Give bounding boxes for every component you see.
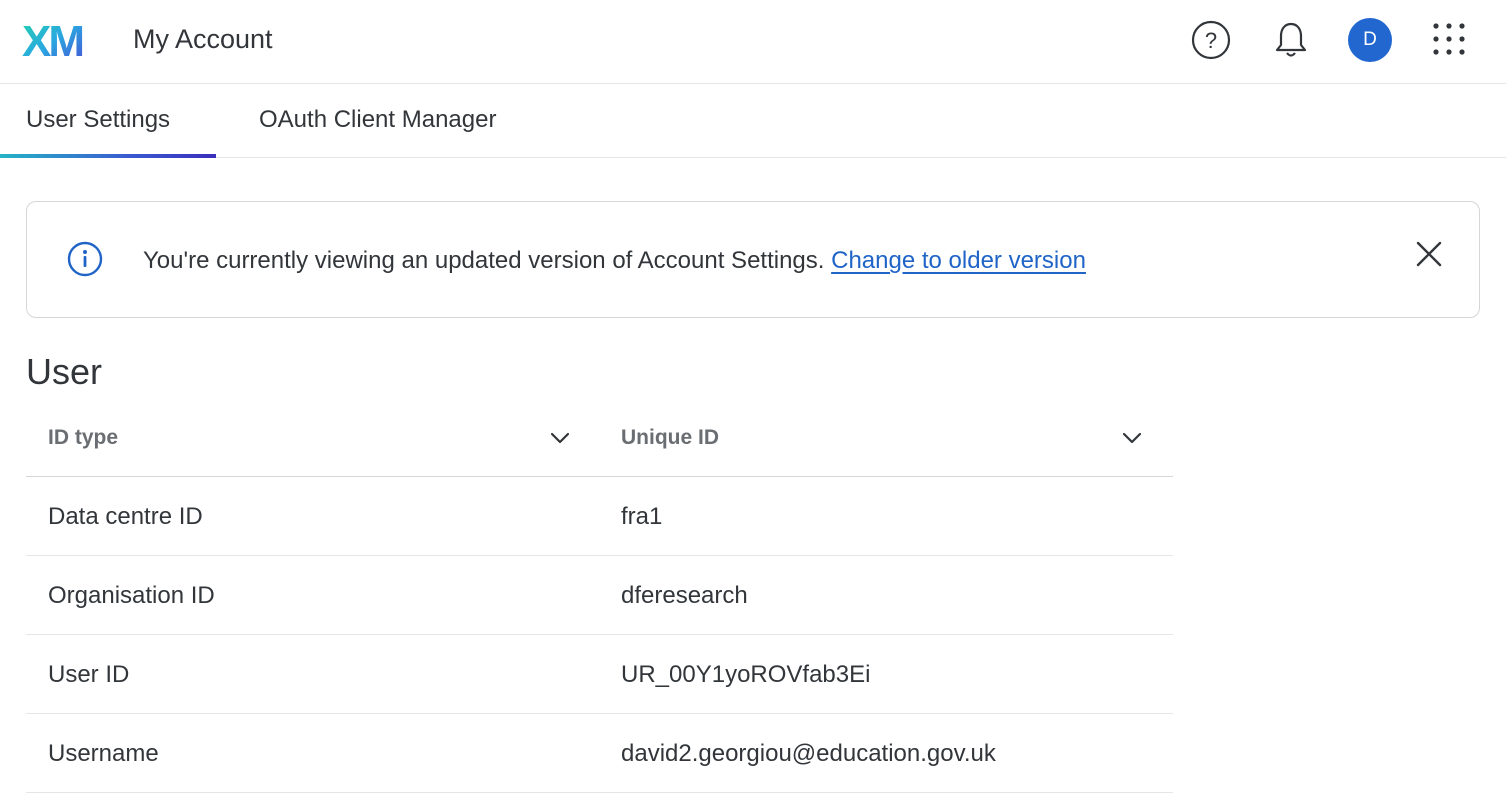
user-avatar[interactable]: D: [1348, 18, 1392, 62]
cell-unique-id: dferesearch: [621, 582, 748, 609]
tab-user-settings[interactable]: User Settings: [26, 84, 170, 158]
chevron-down-icon[interactable]: [549, 427, 571, 449]
help-icon[interactable]: ?: [1189, 18, 1233, 62]
table-header: ID type Unique ID: [26, 398, 1173, 477]
cell-id-type: Organisation ID: [48, 582, 215, 609]
bell-icon[interactable]: [1269, 18, 1313, 62]
active-tab-indicator: [0, 154, 216, 158]
close-icon[interactable]: [1413, 238, 1445, 270]
svg-text:?: ?: [1205, 28, 1217, 53]
cell-unique-id: david2.georgiou@education.gov.uk: [621, 740, 996, 767]
top-header: XM My Account ? D: [0, 0, 1506, 84]
svg-text:XM: XM: [22, 20, 82, 60]
banner-text: You're currently viewing an updated vers…: [143, 247, 832, 274]
section-title-user: User: [26, 351, 103, 392]
cell-id-type: User ID: [48, 661, 130, 688]
banner-message: You're currently viewing an updated vers…: [143, 245, 1086, 277]
cell-unique-id: fra1: [621, 503, 663, 530]
cell-id-type: Username: [48, 740, 159, 767]
xm-logo[interactable]: XM: [22, 20, 92, 60]
table-row: User ID UR_00Y1yoROVfab3Ei: [26, 635, 1173, 714]
cell-id-type: Data centre ID: [48, 503, 203, 530]
cell-unique-id: UR_00Y1yoROVfab3Ei: [621, 661, 871, 688]
user-id-table: ID type Unique ID Data centre ID fra1 Or…: [26, 398, 1173, 793]
tab-bar: User Settings OAuth Client Manager: [0, 84, 1506, 158]
chevron-down-icon[interactable]: [1121, 427, 1143, 449]
table-row: Organisation ID dferesearch: [26, 556, 1173, 635]
info-banner: You're currently viewing an updated vers…: [26, 201, 1480, 318]
change-version-link[interactable]: Change to older version: [831, 247, 1086, 274]
apps-grid-icon[interactable]: [1427, 18, 1471, 62]
table-row: Username david2.georgiou@education.gov.u…: [26, 714, 1173, 793]
info-icon: [67, 241, 103, 277]
column-header-id-type[interactable]: ID type: [48, 398, 118, 477]
tab-oauth-client-manager[interactable]: OAuth Client Manager: [259, 84, 496, 158]
column-header-unique-id[interactable]: Unique ID: [621, 398, 719, 477]
table-row: Data centre ID fra1: [26, 477, 1173, 556]
page-title: My Account: [133, 24, 273, 54]
